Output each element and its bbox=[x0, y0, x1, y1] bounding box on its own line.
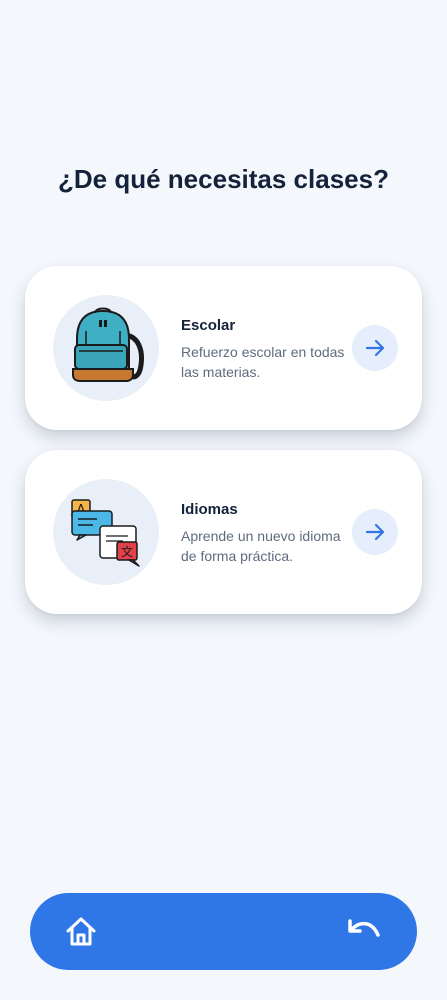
go-button-idiomas[interactable] bbox=[352, 509, 398, 555]
backpack-icon bbox=[72, 307, 144, 382]
option-title: Idiomas bbox=[181, 501, 238, 518]
bottom-nav-bar bbox=[30, 893, 417, 970]
option-title: Escolar bbox=[181, 317, 236, 334]
icon-circle bbox=[53, 295, 159, 401]
option-description: Aprende un nuevo idioma de forma práctic… bbox=[181, 528, 341, 564]
go-button-escolar[interactable] bbox=[352, 325, 398, 371]
home-icon bbox=[66, 917, 96, 946]
option-card-idiomas[interactable]: A 文 Idiomas Aprende un nuevo idioma de f… bbox=[25, 450, 422, 614]
option-description: Refuerzo escolar en todas las materias. bbox=[181, 344, 345, 380]
arrow-right-icon bbox=[365, 523, 385, 541]
arrow-right-icon bbox=[365, 339, 385, 357]
back-button[interactable] bbox=[346, 917, 382, 947]
translate-letter-wen: 文 bbox=[121, 544, 133, 559]
option-card-escolar[interactable]: Escolar Refuerzo escolar en todas las ma… bbox=[25, 266, 422, 430]
icon-circle: A 文 bbox=[53, 479, 159, 585]
undo-arrow-icon bbox=[348, 919, 380, 937]
home-button[interactable] bbox=[64, 915, 98, 949]
page-title: ¿De qué necesitas clases? bbox=[58, 164, 389, 194]
translate-icon: A 文 bbox=[71, 499, 140, 567]
